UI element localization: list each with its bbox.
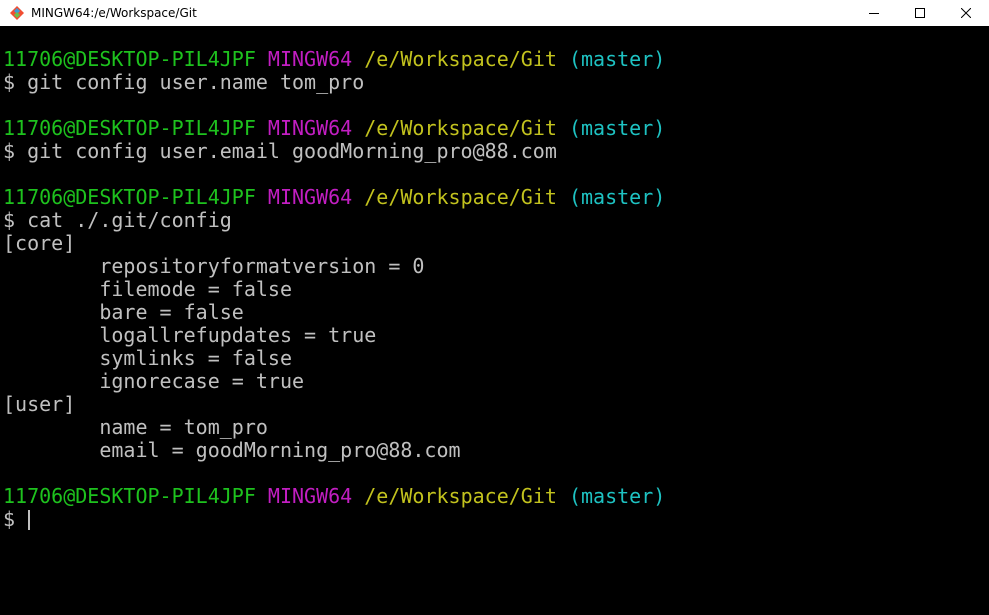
- prompt-system: MINGW64: [267, 484, 353, 508]
- close-icon: [961, 8, 971, 18]
- minimize-button[interactable]: [851, 0, 897, 26]
- maximize-icon: [915, 8, 925, 18]
- input-line[interactable]: $: [3, 508, 989, 531]
- prompt-cwd: /e/Workspace/Git: [364, 185, 557, 209]
- config-line: bare = false: [3, 300, 244, 324]
- window-controls: [851, 0, 989, 26]
- prompt-cwd: /e/Workspace/Git: [364, 47, 557, 71]
- prompt-user-host: 11706@DESKTOP-PIL4JPF: [3, 484, 256, 508]
- prompt-branch: (master): [568, 116, 666, 140]
- prompt-branch: (master): [568, 484, 666, 508]
- config-line: symlinks = false: [3, 346, 292, 370]
- prompt-line: 11706@DESKTOP-PIL4JPF MINGW64 /e/Workspa…: [3, 48, 989, 71]
- prompt-system: MINGW64: [267, 185, 353, 209]
- terminal-area[interactable]: 11706@DESKTOP-PIL4JPF MINGW64 /e/Workspa…: [0, 26, 989, 615]
- git-bash-icon: [9, 5, 25, 21]
- config-line: ignorecase = true: [3, 369, 305, 393]
- text-cursor: [28, 510, 31, 530]
- prompt-line: 11706@DESKTOP-PIL4JPF MINGW64 /e/Workspa…: [3, 186, 989, 209]
- prompt-cwd: /e/Workspace/Git: [364, 116, 557, 140]
- prompt-system: MINGW64: [267, 116, 353, 140]
- config-section-core: [core]: [3, 231, 76, 255]
- config-line: filemode = false: [3, 277, 292, 301]
- prompt-branch: (master): [568, 47, 666, 71]
- prompt-system: MINGW64: [267, 47, 353, 71]
- maximize-button[interactable]: [897, 0, 943, 26]
- close-button[interactable]: [943, 0, 989, 26]
- minimize-icon: [869, 13, 879, 14]
- config-line: repositoryformatversion = 0: [3, 254, 425, 278]
- command-line: $ git config user.name tom_pro: [3, 70, 365, 94]
- title-bar[interactable]: MINGW64:/e/Workspace/Git: [0, 0, 989, 26]
- prompt-user-host: 11706@DESKTOP-PIL4JPF: [3, 185, 256, 209]
- prompt-branch: (master): [568, 185, 666, 209]
- command-line: $ git config user.email goodMorning_pro@…: [3, 139, 557, 163]
- prompt-line: 11706@DESKTOP-PIL4JPF MINGW64 /e/Workspa…: [3, 485, 989, 508]
- command-line: $ cat ./.git/config: [3, 208, 232, 232]
- prompt-dollar: $: [3, 507, 28, 531]
- prompt-cwd: /e/Workspace/Git: [364, 484, 557, 508]
- config-line: email = goodMorning_pro@88.com: [3, 438, 461, 462]
- prompt-user-host: 11706@DESKTOP-PIL4JPF: [3, 116, 256, 140]
- config-line: name = tom_pro: [3, 415, 268, 439]
- prompt-line: 11706@DESKTOP-PIL4JPF MINGW64 /e/Workspa…: [3, 117, 989, 140]
- config-line: logallrefupdates = true: [3, 323, 377, 347]
- window-title: MINGW64:/e/Workspace/Git: [31, 6, 197, 20]
- config-section-user: [user]: [3, 392, 76, 416]
- prompt-user-host: 11706@DESKTOP-PIL4JPF: [3, 47, 256, 71]
